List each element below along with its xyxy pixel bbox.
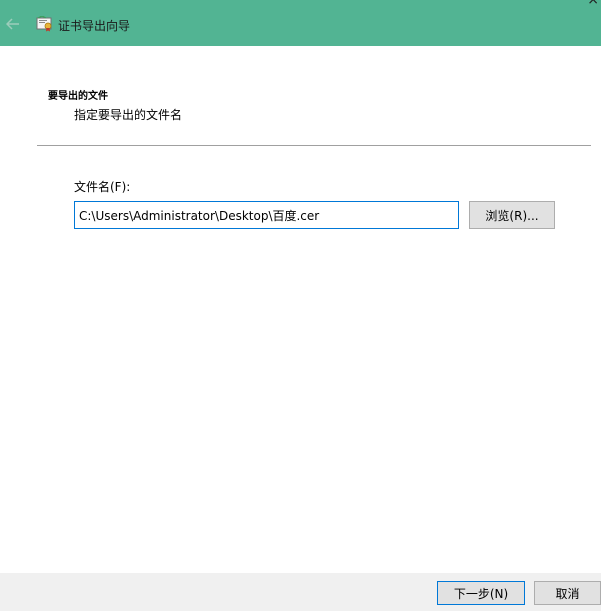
certificate-icon: [36, 16, 52, 32]
close-icon[interactable]: ×: [587, 0, 599, 7]
section-description: 指定要导出的文件名: [74, 108, 183, 122]
arrow-left-icon: [6, 18, 19, 30]
back-button[interactable]: [4, 15, 22, 33]
cancel-button[interactable]: 取消: [534, 581, 601, 605]
section-heading: 要导出的文件: [48, 91, 108, 102]
next-button[interactable]: 下一步(N): [437, 581, 525, 605]
title-bar: 证书导出向导 ×: [0, 0, 601, 46]
window-title: 证书导出向导: [58, 19, 131, 33]
file-name-input[interactable]: [74, 201, 459, 229]
divider: [37, 145, 591, 146]
file-name-label: 文件名(F):: [74, 180, 131, 194]
browse-button[interactable]: 浏览(R)...: [469, 201, 555, 229]
